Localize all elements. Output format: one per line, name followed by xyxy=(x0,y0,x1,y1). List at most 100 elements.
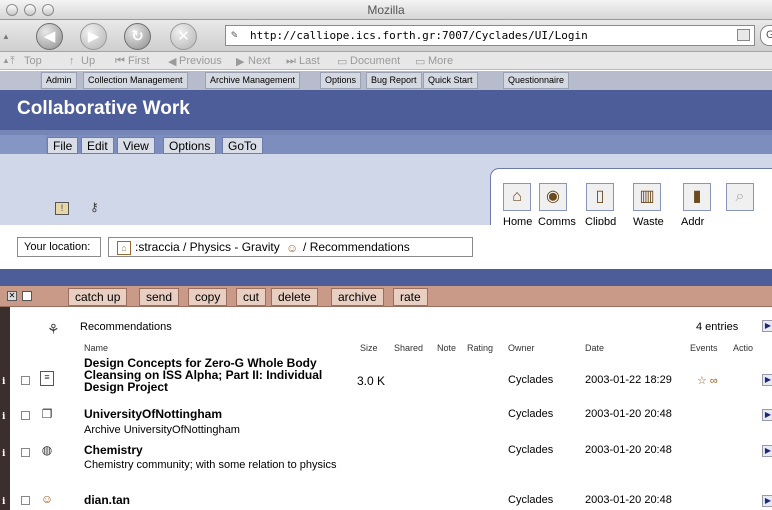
sitenav-document[interactable]: Document xyxy=(350,55,400,67)
window-title: Mozilla xyxy=(367,3,405,17)
admin-menu-bug-report[interactable]: Bug Report xyxy=(366,72,422,89)
row-action-icon[interactable]: ▶ xyxy=(762,445,772,457)
waste-icon[interactable]: ▥ xyxy=(633,183,661,211)
sitenav-up[interactable]: Up xyxy=(81,55,95,67)
archive-icon[interactable]: ❐ xyxy=(40,407,54,422)
home-icon[interactable]: ⌂ xyxy=(503,183,531,211)
column-rating[interactable]: Rating xyxy=(467,343,493,353)
forward-button[interactable]: ▶ xyxy=(80,23,107,50)
row-owner: Cyclades xyxy=(508,408,554,420)
entry-count: 4 entries xyxy=(696,321,739,333)
window-titlebar: Mozilla xyxy=(0,0,772,20)
sitenav-next[interactable]: Next xyxy=(248,55,271,67)
search-field[interactable]: G xyxy=(760,25,772,46)
sitenav-more-icon: ▭ xyxy=(415,56,426,68)
row-owner: Cyclades xyxy=(508,444,554,456)
admin-menu-collection-management[interactable]: Collection Management xyxy=(83,72,188,89)
row-owner: Cyclades xyxy=(508,494,554,506)
site-navigation-bar: ▲ ⤒ Top ↑ Up ⏮ First ◀ Previous ▶ Next ⏭… xyxy=(0,52,772,70)
admin-menu-admin[interactable]: Admin xyxy=(41,72,77,89)
globe-icon[interactable]: ◍ xyxy=(40,443,54,458)
row-date: 2003-01-22 18:29 xyxy=(585,374,672,386)
column-shared[interactable]: Shared xyxy=(394,343,423,353)
search-icon[interactable]: ⌕ xyxy=(726,183,754,211)
back-button[interactable]: ◀ xyxy=(36,23,63,50)
content-divider-band xyxy=(0,269,772,286)
row-name[interactable]: Design Concepts for Zero-G Whole Body Cl… xyxy=(84,357,354,393)
row-description: Chemistry community; with some relation … xyxy=(84,459,337,471)
row-checkbox[interactable] xyxy=(21,496,30,505)
menu-edit[interactable]: Edit xyxy=(81,137,114,154)
admin-menu-options[interactable]: Options xyxy=(320,72,362,89)
sitenav-top[interactable]: Top xyxy=(24,55,42,67)
sitenav-more[interactable]: More xyxy=(428,55,453,67)
menu-goto[interactable]: GoTo xyxy=(222,137,263,154)
admin-menu: Admin Collection Management Archive Mana… xyxy=(0,71,772,90)
address-book-icon[interactable]: ▮ xyxy=(683,183,711,211)
row-info-icon[interactable]: i xyxy=(2,377,5,387)
cut-button[interactable]: cut xyxy=(236,288,267,306)
column-note[interactable]: Note xyxy=(437,343,456,353)
column-events[interactable]: Events xyxy=(690,343,718,353)
sitenav-previous[interactable]: Previous xyxy=(179,55,222,67)
menu-file[interactable]: File xyxy=(47,137,79,154)
archive-button[interactable]: archive xyxy=(331,288,384,306)
column-owner[interactable]: Owner xyxy=(508,343,535,353)
row-action-icon[interactable]: ▶ xyxy=(762,495,772,507)
row-info-icon[interactable]: i xyxy=(2,497,5,507)
row-action-icon[interactable]: ▶ xyxy=(762,374,772,386)
home-location-icon[interactable]: ⌂ xyxy=(117,240,131,255)
list-forward-icon[interactable]: ▶ xyxy=(762,320,772,332)
column-name[interactable]: Name xyxy=(84,343,108,353)
clipboard-icon[interactable]: ▯ xyxy=(586,183,614,211)
row-description: Archive UniversityOfNottingham xyxy=(84,424,240,436)
row-checkbox[interactable] xyxy=(21,448,30,457)
row-name[interactable]: Chemistry xyxy=(84,444,143,456)
breadcrumb-path[interactable]: :straccia / Physics - Gravity xyxy=(135,240,280,254)
sitenav-document-icon: ▭ xyxy=(337,56,348,68)
url-dropdown-icon[interactable] xyxy=(737,29,750,41)
row-info-icon[interactable]: i xyxy=(2,412,5,422)
sitenav-up-icon: ↑ xyxy=(69,55,75,67)
row-checkbox[interactable] xyxy=(21,376,30,385)
toolbar-toggle-icon[interactable]: ▲ xyxy=(2,32,10,41)
catch-up-button[interactable]: catch up xyxy=(68,288,128,306)
app-menubar: File Edit View Options GoTo xyxy=(0,135,772,154)
admin-menu-spacer xyxy=(0,71,40,90)
person-icon[interactable]: ☺ xyxy=(40,492,54,507)
select-all-checkbox[interactable]: ✕ xyxy=(7,291,17,301)
row-name[interactable]: UniversityOfNottingham xyxy=(84,408,222,420)
sitenav-toggle-icon[interactable]: ▲ xyxy=(2,56,10,65)
row-checkbox[interactable] xyxy=(21,411,30,420)
stop-button[interactable]: ✕ xyxy=(170,23,197,50)
row-name[interactable]: dian.tan xyxy=(84,494,130,506)
url-field[interactable]: ✎ http://calliope.ics.forth.gr:7007/Cycl… xyxy=(225,25,755,46)
admin-menu-archive-management[interactable]: Archive Management xyxy=(205,72,301,89)
reload-button[interactable]: ↻ xyxy=(124,23,151,50)
sitenav-last[interactable]: Last xyxy=(299,55,320,67)
rate-button[interactable]: rate xyxy=(393,288,428,306)
row-events[interactable]: ☆ ∞ xyxy=(697,374,718,387)
admin-menu-questionnaire[interactable]: Questionnaire xyxy=(503,72,570,89)
comms-icon[interactable]: ◉ xyxy=(539,183,567,211)
menu-view[interactable]: View xyxy=(117,137,155,154)
column-date[interactable]: Date xyxy=(585,343,604,353)
breadcrumb-current: / Recommendations xyxy=(303,240,410,254)
delete-button[interactable]: delete xyxy=(271,288,318,306)
select-none-checkbox[interactable] xyxy=(22,291,32,301)
key-icon[interactable]: ⚷ xyxy=(90,200,99,214)
admin-menu-quick-start[interactable]: Quick Start xyxy=(423,72,478,89)
row-size: 3.0 K xyxy=(357,374,386,388)
copy-button[interactable]: copy xyxy=(188,288,228,306)
row-info-icon[interactable]: i xyxy=(2,449,5,459)
column-size[interactable]: Size xyxy=(360,343,378,353)
menubar-spacer xyxy=(0,135,46,154)
send-button[interactable]: send xyxy=(139,288,180,306)
sitenav-first[interactable]: First xyxy=(128,55,149,67)
row-action-icon[interactable]: ▶ xyxy=(762,409,772,421)
column-actions[interactable]: Actio xyxy=(733,343,753,353)
note-icon[interactable]: ! xyxy=(55,202,69,215)
sitenav-last-icon: ⏭ xyxy=(286,55,296,67)
menu-options[interactable]: Options xyxy=(163,137,217,154)
document-icon[interactable]: ≡ xyxy=(40,371,54,386)
